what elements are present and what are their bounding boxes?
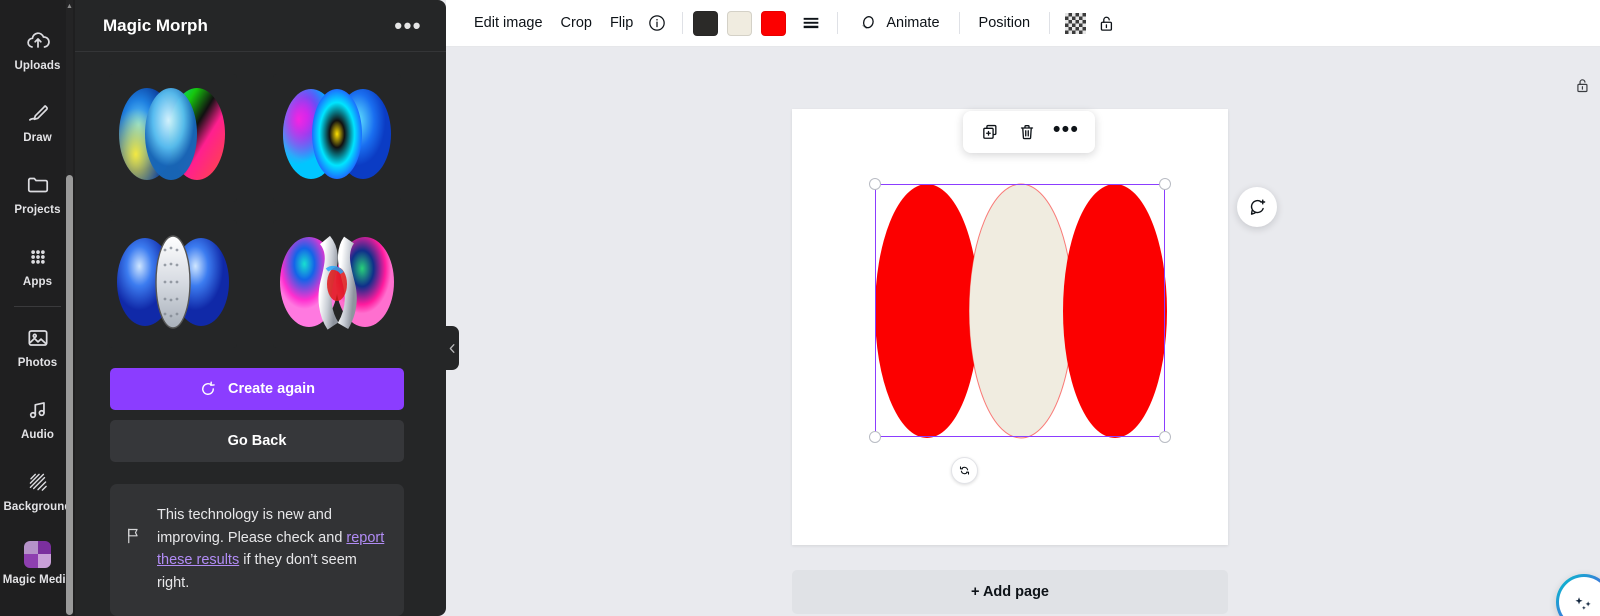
sidebar-item-label: Draw bbox=[23, 132, 52, 144]
sidebar-item-projects[interactable]: Projects bbox=[0, 158, 75, 230]
sidebar-item-apps[interactable]: Apps bbox=[0, 230, 75, 302]
sidebar-divider bbox=[14, 306, 61, 307]
stack-lines-icon[interactable] bbox=[795, 7, 827, 39]
sidebar-item-label: Uploads bbox=[14, 60, 61, 72]
sidebar-item-label: Photos bbox=[17, 357, 58, 369]
animate-button[interactable]: Animate bbox=[848, 7, 948, 40]
info-circle-icon[interactable] bbox=[642, 8, 672, 38]
sidebar-item-label: Apps bbox=[22, 276, 53, 288]
morph-result-thumbnail[interactable] bbox=[272, 220, 401, 348]
animate-icon bbox=[857, 13, 878, 34]
position-button[interactable]: Position bbox=[970, 8, 1040, 38]
animate-label: Animate bbox=[886, 15, 940, 31]
flag-icon bbox=[124, 526, 143, 550]
element-selection-frame[interactable] bbox=[869, 178, 1171, 443]
resize-handle-bottom-left[interactable] bbox=[869, 431, 881, 443]
page-tools bbox=[1571, 74, 1600, 102]
disclaimer-notice: This technology is new and improving. Pl… bbox=[110, 484, 404, 616]
add-comment-button[interactable] bbox=[1237, 187, 1277, 227]
scroll-up-arrow[interactable]: ▲ bbox=[66, 3, 73, 10]
transparency-button[interactable] bbox=[1060, 8, 1091, 39]
lock-button[interactable] bbox=[1091, 8, 1122, 39]
chevron-left-icon bbox=[446, 342, 459, 355]
left-sidebar-rail: Uploads Draw Projects Apps Photos Audio … bbox=[0, 0, 75, 616]
notice-text-before: This technology is new and improving. Pl… bbox=[157, 507, 347, 546]
duplicate-element-button[interactable] bbox=[975, 118, 1005, 146]
create-again-button[interactable]: Create again bbox=[110, 368, 404, 410]
top-toolbar: Edit image Crop Flip Animate Position bbox=[446, 0, 1600, 47]
sidebar-item-label: Magic Media bbox=[2, 573, 73, 586]
sidebar-item-audio[interactable]: Audio bbox=[0, 383, 75, 455]
sidebar-item-label: Audio bbox=[20, 429, 55, 441]
toolbar-divider bbox=[837, 12, 839, 34]
rotate-handle[interactable] bbox=[951, 457, 978, 484]
morph-result-thumbnail[interactable] bbox=[109, 74, 237, 202]
background-hatch-icon bbox=[25, 469, 51, 495]
folder-icon bbox=[25, 172, 51, 198]
unlock-icon bbox=[1096, 13, 1117, 34]
rotate-icon bbox=[957, 463, 972, 478]
panel-header: Magic Morph ••• bbox=[75, 0, 446, 52]
refresh-icon bbox=[199, 380, 217, 398]
color-swatch-red[interactable] bbox=[761, 10, 787, 36]
pen-draw-icon bbox=[25, 100, 51, 126]
canvas-area: ••• + Add page bbox=[446, 47, 1600, 616]
toolbar-divider bbox=[682, 12, 684, 34]
color-swatch-dark[interactable] bbox=[693, 10, 719, 36]
music-note-icon bbox=[25, 397, 51, 423]
delete-element-button[interactable] bbox=[1012, 118, 1042, 146]
toolbar-divider bbox=[958, 12, 960, 34]
panel-more-options-button[interactable]: ••• bbox=[388, 14, 428, 36]
upload-cloud-icon bbox=[25, 28, 51, 54]
morph-results-grid bbox=[75, 52, 446, 354]
morph-result-thumbnail[interactable] bbox=[109, 220, 237, 348]
panel-collapse-button[interactable] bbox=[446, 326, 459, 370]
transparency-checker-icon bbox=[1065, 12, 1087, 34]
panel-action-buttons: Create again Go Back bbox=[75, 354, 446, 462]
magic-media-icon bbox=[24, 540, 51, 568]
toolbar-divider bbox=[1049, 12, 1051, 34]
more-options-button[interactable]: ••• bbox=[1049, 119, 1083, 143]
add-comment-icon bbox=[1247, 197, 1268, 218]
disclaimer-text: This technology is new and improving. Pl… bbox=[157, 504, 388, 594]
edit-image-button[interactable]: Edit image bbox=[465, 8, 552, 38]
sidebar-item-draw[interactable]: Draw bbox=[0, 86, 75, 158]
sidebar-item-magic-media[interactable]: Magic Media bbox=[0, 527, 75, 599]
add-page-bar-button[interactable]: + Add page bbox=[792, 570, 1228, 614]
resize-handle-top-right[interactable] bbox=[1159, 178, 1171, 190]
ai-assistant-button[interactable] bbox=[1556, 574, 1600, 616]
sidebar-scrollbar[interactable]: ▲ bbox=[66, 0, 73, 616]
magic-morph-panel: Magic Morph ••• Create again Go Back Thi… bbox=[75, 0, 446, 616]
grid-apps-icon bbox=[25, 244, 51, 270]
go-back-button[interactable]: Go Back bbox=[110, 420, 404, 462]
resize-handle-top-left[interactable] bbox=[869, 178, 881, 190]
scrollbar-thumb[interactable] bbox=[66, 175, 73, 615]
sidebar-item-background[interactable]: Background bbox=[0, 455, 75, 527]
crop-button[interactable]: Crop bbox=[552, 8, 601, 38]
flip-button[interactable]: Flip bbox=[601, 8, 642, 38]
morph-result-thumbnail[interactable] bbox=[272, 74, 401, 202]
lock-page-button[interactable] bbox=[1571, 74, 1594, 102]
create-again-label: Create again bbox=[227, 381, 316, 397]
sidebar-item-label: Projects bbox=[14, 204, 61, 216]
color-swatch-cream[interactable] bbox=[727, 10, 753, 36]
canva-editor-window: Uploads Draw Projects Apps Photos Audio … bbox=[0, 0, 1600, 616]
element-floating-toolbar: ••• bbox=[963, 111, 1096, 153]
panel-title: Magic Morph bbox=[103, 15, 208, 35]
sparkle-icon bbox=[1571, 589, 1597, 615]
resize-handle-bottom-right[interactable] bbox=[1159, 431, 1171, 443]
sidebar-item-uploads[interactable]: Uploads bbox=[0, 14, 75, 86]
photo-icon bbox=[25, 325, 51, 351]
sidebar-item-photos[interactable]: Photos bbox=[0, 311, 75, 383]
sidebar-item-label: Background bbox=[3, 501, 72, 513]
